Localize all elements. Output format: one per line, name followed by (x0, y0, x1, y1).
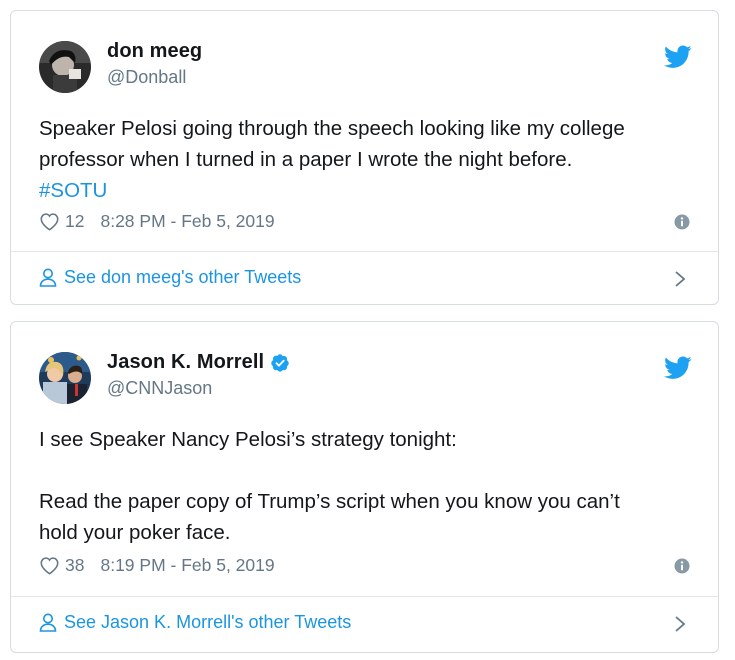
tweet-text-line: I see Speaker Nancy Pelosi’s strategy to… (39, 428, 457, 451)
tweet-text-line: Read the paper copy of Trump’s script wh… (39, 490, 620, 513)
tweet-card: Jason K. Morrell @CNNJason I see Speaker… (10, 321, 719, 653)
like-count[interactable]: 38 (65, 555, 84, 576)
author-name-row[interactable]: Jason K. Morrell (107, 351, 290, 374)
twitter-bird-icon[interactable] (664, 45, 692, 69)
see-other-tweets-link[interactable]: See Jason K. Morrell's other Tweets (39, 612, 351, 633)
tweet-text-line: hold your poker face. (39, 521, 231, 544)
tweet-meta: 12 8:28 PM - Feb 5, 2019 (39, 211, 275, 232)
author-name-row[interactable]: don meeg (107, 40, 202, 63)
like-count[interactable]: 12 (65, 211, 84, 232)
heart-outline-icon[interactable] (39, 212, 60, 231)
see-other-tweets-link[interactable]: See don meeg's other Tweets (39, 267, 301, 288)
divider (11, 251, 718, 252)
avatar-photo (39, 352, 91, 404)
display-name[interactable]: don meeg (107, 40, 202, 63)
avatar[interactable] (39, 352, 91, 404)
heart-outline-icon[interactable] (39, 556, 60, 575)
chevron-right-icon[interactable] (674, 270, 686, 288)
display-name[interactable]: Jason K. Morrell (107, 351, 264, 374)
tweet-meta: 38 8:19 PM - Feb 5, 2019 (39, 555, 275, 576)
see-other-tweets-label[interactable]: See don meeg's other Tweets (64, 267, 301, 288)
divider (11, 596, 718, 597)
person-outline-icon (39, 613, 57, 632)
tweet-card: don meeg @Donball Speaker Pelosi going t… (10, 10, 719, 305)
tweet-text-line: Speaker Pelosi going through the speech … (39, 117, 625, 140)
tweet-text: Speaker Pelosi going through the speech … (39, 113, 690, 206)
chevron-right-icon[interactable] (674, 615, 686, 633)
user-handle[interactable]: @Donball (107, 67, 186, 88)
person-outline-icon (39, 268, 57, 287)
see-other-tweets-label[interactable]: See Jason K. Morrell's other Tweets (64, 612, 351, 633)
twitter-bird-icon[interactable] (664, 356, 692, 380)
info-circle-icon[interactable] (674, 558, 690, 574)
avatar[interactable] (39, 41, 91, 93)
timestamp-link[interactable]: 8:19 PM - Feb 5, 2019 (100, 555, 274, 576)
tweet-text: I see Speaker Nancy Pelosi’s strategy to… (39, 424, 690, 548)
avatar-photo (39, 41, 91, 93)
tweet-text-line: professor when I turned in a paper I wro… (39, 148, 573, 171)
timestamp-link[interactable]: 8:28 PM - Feb 5, 2019 (100, 211, 274, 232)
info-circle-icon[interactable] (674, 214, 690, 230)
user-handle[interactable]: @CNNJason (107, 378, 212, 399)
hashtag-link[interactable]: #SOTU (39, 175, 690, 206)
verified-badge-icon (271, 353, 289, 372)
